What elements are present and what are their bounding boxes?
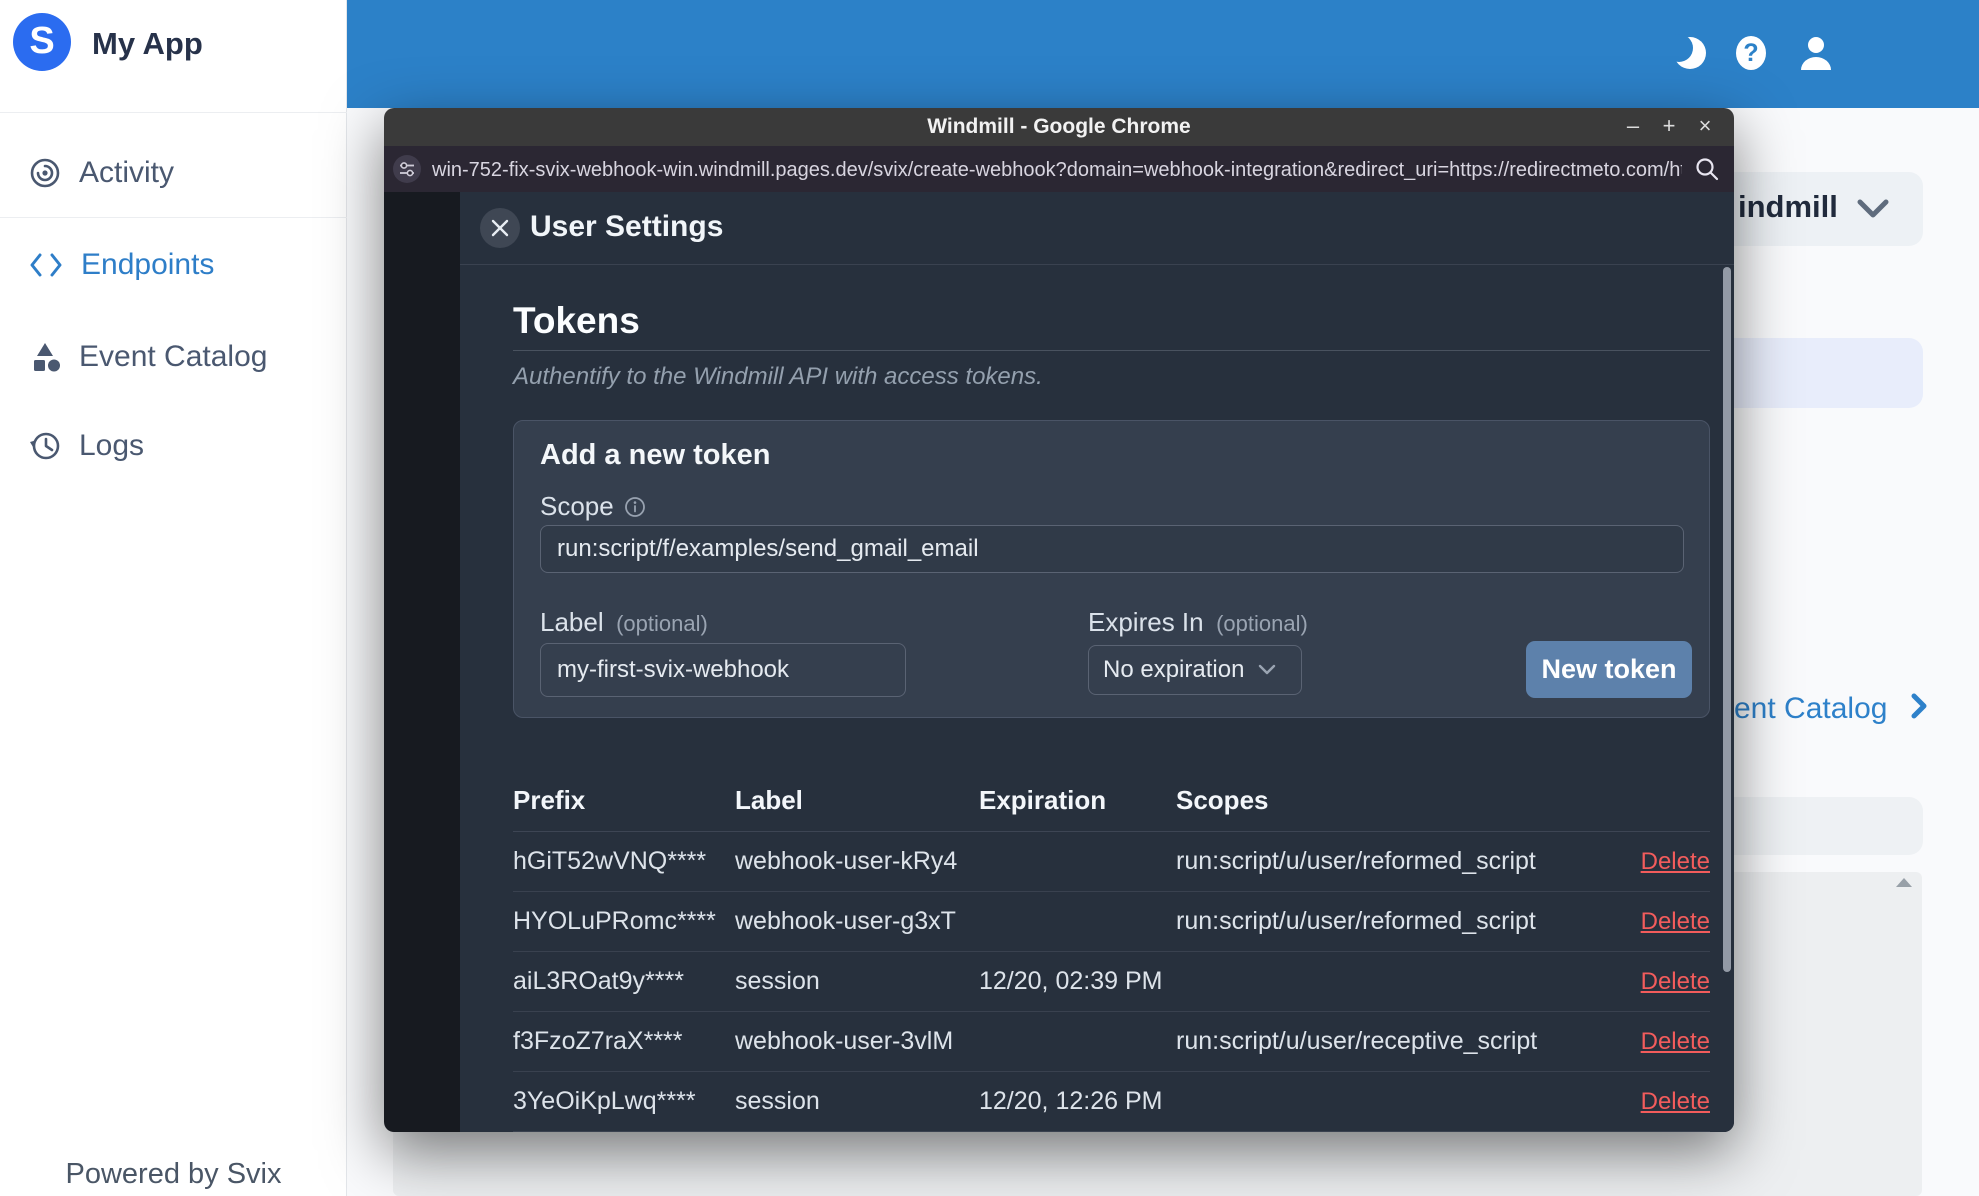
site-settings-icon[interactable] [392,154,422,184]
token-expiration: 12/20, 02:39 PM [979,967,1163,995]
browser-viewport: User Settings Tokens Authentify to the W… [384,192,1734,1132]
user-settings-modal: User Settings Tokens Authentify to the W… [460,192,1734,1132]
sidebar-item-logs[interactable]: Logs [0,423,347,469]
app-header: ? [347,0,1979,108]
delete-token-link[interactable]: Delete [1641,848,1710,875]
col-scopes: Scopes [1176,785,1269,815]
scope-input[interactable] [540,525,1684,573]
tokens-heading: Tokens [513,300,640,341]
event-catalog-link-label: ent Catalog [1734,692,1888,725]
token-prefix: hGiT52wVNQ**** [513,847,707,875]
label-input[interactable] [540,643,906,697]
window-title: Windmill - Google Chrome [927,115,1191,138]
delete-token-link[interactable]: Delete [1641,1088,1710,1115]
window-minimize-button[interactable]: – [1618,108,1648,146]
window-maximize-button[interactable]: + [1654,108,1684,146]
window-close-button[interactable]: × [1690,108,1720,146]
scroll-up-arrow-icon[interactable] [1896,878,1912,887]
token-prefix: f3FzoZ7raX**** [513,1027,683,1055]
divider [0,217,347,218]
chrome-window: Windmill - Google Chrome – + × win-752-f… [384,108,1734,1132]
optional-hint: (optional) [616,611,708,636]
expires-select[interactable]: No expiration [1088,645,1302,695]
table-row: HYOLuPRomc**** webhook-user-g3xT run:scr… [513,892,1710,952]
delete-token-link[interactable]: Delete [1641,908,1710,935]
tokens-subtitle: Authentify to the Windmill API with acce… [513,363,1043,390]
event-catalog-link[interactable]: ent Catalog [1734,690,1928,726]
token-scopes: run:script/u/user/reformed_script [1176,847,1536,875]
dark-mode-moon-icon[interactable] [1665,32,1709,76]
help-icon[interactable]: ? [1730,32,1774,76]
sidebar-item-label: Endpoints [81,248,215,281]
token-label: webhook-user-kRy4 [735,847,958,875]
scope-label: Scope [540,491,614,521]
svix-logo-icon: S [13,13,71,71]
expires-field-label: Expires In (optional) [1088,607,1308,638]
sidebar-item-label: Logs [79,429,145,462]
screen: ? indmill ent Catalog S My App Activity … [0,0,1979,1196]
shapes-icon [34,343,60,372]
expires-label: Expires In [1088,607,1204,637]
col-label: Label [735,785,803,815]
modal-scrollbar[interactable] [1723,267,1731,972]
token-label: webhook-user-g3xT [735,907,956,935]
tokens-table: Prefix Label Expiration Scopes hGiT52wVN… [513,770,1710,1132]
chevron-down-icon [1259,664,1276,675]
token-label: webhook-user-3vlM [735,1027,954,1055]
token-label: session [735,967,820,995]
powered-by-svix: Powered by Svix [65,1158,282,1190]
token-prefix: 3YeOiKpLwq**** [513,1087,696,1115]
token-scopes: run:script/u/user/reformed_script [1176,907,1536,935]
label-label: Label [540,607,604,637]
address-bar[interactable]: win-752-fix-svix-webhook-win.windmill.pa… [432,156,1682,184]
scope-label-row: Scope [540,491,646,522]
token-expiration: 12/20, 12:26 PM [979,1087,1163,1115]
delete-token-link[interactable]: Delete [1641,1028,1710,1055]
sidebar-item-activity[interactable]: Activity [0,150,347,196]
history-clock-icon [30,432,60,460]
code-brackets-icon [30,253,62,277]
table-row: f3FzoZ7raX**** webhook-user-3vlM run:scr… [513,1012,1710,1072]
account-icon[interactable] [1795,32,1839,76]
tokens-section: Tokens Authentify to the Windmill API wi… [513,300,1710,391]
table-row: aiL3ROat9y**** session 12/20, 02:39 PM D… [513,952,1710,1012]
new-token-button[interactable]: New token [1526,641,1692,698]
chevron-right-icon [1911,693,1927,719]
label-field-label: Label (optional) [540,607,708,638]
workspace-name-partial: indmill [1738,189,1838,224]
optional-hint: (optional) [1216,611,1308,636]
info-icon[interactable] [624,496,646,518]
sidebar-item-endpoints[interactable]: Endpoints [0,242,347,288]
token-label: session [735,1087,820,1115]
sidebar-item-label: Activity [79,156,175,189]
token-prefix: HYOLuPRomc**** [513,907,716,935]
col-expiration: Expiration [979,785,1107,815]
divider [513,350,1710,351]
chevron-down-icon [1857,199,1889,218]
logo-row: S My App [0,0,347,113]
token-prefix: aiL3ROat9y**** [513,967,684,995]
token-scopes: run:script/u/user/receptive_script [1176,1027,1538,1055]
svg-text:?: ? [1743,39,1758,67]
expires-selected-value: No expiration [1103,656,1245,683]
modal-header: User Settings [460,192,1734,265]
activity-gauge-icon [30,158,60,188]
delete-token-link[interactable]: Delete [1641,968,1710,995]
sidebar-item-label: Event Catalog [79,340,268,373]
modal-title: User Settings [530,210,724,243]
table-header-row: Prefix Label Expiration Scopes [513,770,1710,832]
app-name: My App [92,26,203,61]
col-prefix: Prefix [513,785,586,815]
table-row: 3YeOiKpLwq**** session 12/20, 12:26 PM D… [513,1072,1710,1132]
table-row: hGiT52wVNQ**** webhook-user-kRy4 run:scr… [513,832,1710,892]
search-icon[interactable] [1694,156,1720,187]
sidebar: S My App Activity Endpoints Event Catalo… [0,0,347,1196]
browser-toolbar: win-752-fix-svix-webhook-win.windmill.pa… [384,146,1734,192]
close-icon[interactable] [480,208,520,248]
add-token-title: Add a new token [540,439,771,471]
sidebar-item-event-catalog[interactable]: Event Catalog [0,334,347,380]
window-titlebar[interactable]: Windmill - Google Chrome – + × [384,108,1734,146]
add-token-card: Add a new token Scope Label (optional) [513,420,1710,718]
